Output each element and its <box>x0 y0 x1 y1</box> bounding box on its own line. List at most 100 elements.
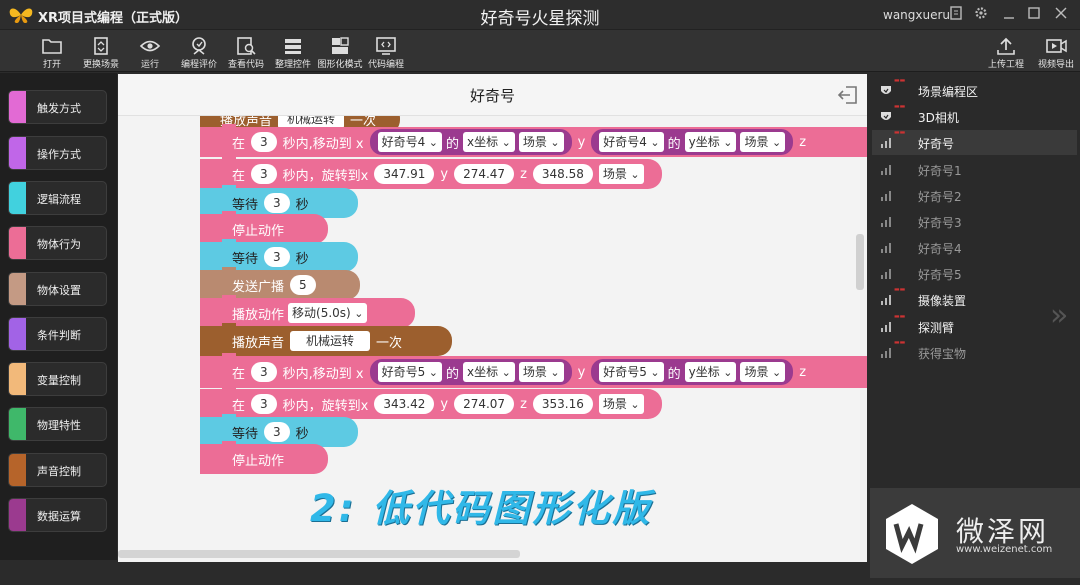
scene-dropdown[interactable]: 场景 <box>518 132 564 152</box>
category-object-settings[interactable]: 物体设置 <box>8 272 107 306</box>
category-color-swatch <box>9 454 26 486</box>
object-dropdown[interactable]: 好奇号4 <box>377 132 442 152</box>
play-sound-block[interactable]: 播放声音 机械运转 一次 <box>200 323 452 356</box>
rotate-block[interactable]: 在 3 秒内，旋转到x 343.42 y 274.07 z 353.16 场景 <box>200 386 662 419</box>
animation-dropdown[interactable]: 移动(5.0s) <box>288 303 368 323</box>
scene-dropdown[interactable]: 场景 <box>518 362 564 382</box>
scene-item-curiosity-3[interactable]: 好奇号3 <box>872 209 1077 234</box>
category-object-behavior[interactable]: 物体行为 <box>8 226 107 260</box>
scene-item-label: 好奇号5 <box>918 268 962 282</box>
object-property-block[interactable]: 好奇号5 的 y坐标 场景 <box>591 359 794 385</box>
object-dropdown[interactable]: 好奇号4 <box>599 132 664 152</box>
category-data-operation[interactable]: 数据运算 <box>8 498 107 532</box>
category-physics[interactable]: 物理特性 <box>8 407 107 441</box>
object-dropdown[interactable]: 好奇号5 <box>599 362 664 382</box>
bars-icon <box>881 165 891 175</box>
close-icon[interactable] <box>1053 6 1069 22</box>
seconds-input[interactable]: 3 <box>251 164 277 184</box>
scene-item-label: 获得宝物 <box>918 347 967 361</box>
block-text: 播放声音 <box>232 335 285 351</box>
object-property-block[interactable]: 好奇号4 的 x坐标 场景 <box>369 129 572 155</box>
video-export-button[interactable]: 视频导出 <box>1028 34 1080 70</box>
scene-dropdown[interactable]: 场景 <box>598 394 644 414</box>
upload-button[interactable]: 上传工程 <box>978 34 1034 70</box>
scene-item-camera-device[interactable]: ▬▬ 摄像装置 <box>872 286 1077 312</box>
axis-dropdown[interactable]: x坐标 <box>463 362 515 382</box>
category-logic-flow[interactable]: 逻辑流程 <box>8 181 107 215</box>
seconds-input[interactable]: 3 <box>251 362 277 382</box>
username[interactable]: wangxueru <box>883 8 950 22</box>
scene-item-curiosity[interactable]: ▬▬ 好奇号 <box>872 129 1077 155</box>
scene-item-treasure[interactable]: ▬▬ 获得宝物 <box>872 339 1077 365</box>
badge-mark: ▬▬ <box>894 286 906 293</box>
scene-item-curiosity-2[interactable]: 好奇号2 <box>872 183 1077 208</box>
title-bar: XR项目式编程（正式版） 好奇号火星探测 wangxueru <box>0 0 1080 30</box>
seconds-input[interactable]: 3 <box>264 193 290 213</box>
category-color-swatch <box>9 137 26 169</box>
object-property-block[interactable]: 好奇号5 的 x坐标 场景 <box>369 359 572 385</box>
code-editor-button[interactable]: 代码编程 <box>358 34 414 70</box>
collapse-chevron-icon[interactable]: » <box>1050 298 1068 333</box>
rotate-block[interactable]: 在 3 秒内，旋转到x 347.91 y 274.47 z 348.58 场景 <box>200 156 662 189</box>
scene-dropdown[interactable]: 场景 <box>598 164 644 184</box>
rotation-y-input[interactable]: 274.07 <box>454 394 515 414</box>
category-trigger[interactable]: 触发方式 <box>8 90 107 124</box>
seconds-input[interactable]: 3 <box>251 394 277 414</box>
restore-icon[interactable] <box>1026 6 1042 22</box>
scene-item-label: 3D相机 <box>918 111 959 125</box>
scene-item-label: 好奇号4 <box>918 242 962 256</box>
scene-item-curiosity-1[interactable]: 好奇号1 <box>872 157 1077 182</box>
category-sound[interactable]: 声音控制 <box>8 453 107 487</box>
block-text: y <box>577 364 586 380</box>
open-button[interactable]: 打开 <box>24 34 80 70</box>
swap-scene-button[interactable]: 更换场景 <box>73 34 129 70</box>
axis-dropdown[interactable]: y坐标 <box>684 132 737 152</box>
shield-icon <box>881 112 891 120</box>
block-text: 在 <box>232 136 246 152</box>
object-dropdown[interactable]: 好奇号5 <box>377 362 442 382</box>
seconds-input[interactable]: 3 <box>251 132 277 152</box>
scene-item-label: 场景编程区 <box>918 85 979 99</box>
category-operation[interactable]: 操作方式 <box>8 136 107 170</box>
rotation-x-input[interactable]: 347.91 <box>374 164 435 184</box>
run-button[interactable]: 运行 <box>122 34 178 70</box>
category-label: 数据运算 <box>37 510 81 523</box>
exit-icon[interactable] <box>837 84 859 106</box>
scene-item-programming-area[interactable]: ▬▬ 场景编程区 <box>872 77 1077 103</box>
organize-icon <box>285 39 301 54</box>
category-variable[interactable]: 变量控制 <box>8 362 107 396</box>
gear-icon[interactable] <box>973 6 989 22</box>
vertical-scrollbar[interactable] <box>856 234 864 290</box>
minimize-icon[interactable] <box>1001 6 1017 22</box>
scene-dropdown[interactable]: 场景 <box>740 132 786 152</box>
open-label: 打开 <box>42 60 61 70</box>
scene-dropdown[interactable]: 场景 <box>740 362 786 382</box>
category-color-swatch <box>9 318 26 350</box>
upload-icon <box>997 37 1015 55</box>
seconds-input[interactable]: 3 <box>264 422 290 442</box>
category-condition[interactable]: 条件判断 <box>8 317 107 351</box>
axis-dropdown[interactable]: y坐标 <box>684 362 737 382</box>
document-icon[interactable] <box>948 6 964 22</box>
seconds-input[interactable]: 3 <box>264 247 290 267</box>
axis-dropdown[interactable]: x坐标 <box>463 132 515 152</box>
scene-item-label: 好奇号2 <box>918 190 962 204</box>
move-block[interactable]: 在 3 秒内,移动到 x 好奇号5 的 x坐标 场景 y 好奇号5 的 y坐标 … <box>200 353 867 388</box>
broadcast-value-input[interactable]: 5 <box>290 275 316 295</box>
stop-action-block[interactable]: 停止动作 <box>200 211 328 244</box>
video-export-icon <box>1046 39 1067 53</box>
scene-item-curiosity-4[interactable]: 好奇号4 <box>872 235 1077 260</box>
scene-item-probe-arm[interactable]: ▬▬ 探测臂 <box>872 313 1077 339</box>
horizontal-scrollbar[interactable] <box>118 550 520 558</box>
rotation-z-input[interactable]: 348.58 <box>532 164 593 184</box>
rotation-z-input[interactable]: 353.16 <box>532 394 593 414</box>
category-label: 物体行为 <box>37 238 81 251</box>
rotation-y-input[interactable]: 274.47 <box>454 164 515 184</box>
rotation-x-input[interactable]: 343.42 <box>374 394 435 414</box>
move-block[interactable]: 在 3 秒内,移动到 x 好奇号4 的 x坐标 场景 y 好奇号4 的 y坐标 … <box>200 124 867 157</box>
stop-action-block[interactable]: 停止动作 <box>200 441 328 474</box>
sound-dropdown[interactable]: 机械运转 <box>290 331 371 351</box>
scene-item-curiosity-5[interactable]: 好奇号5 <box>872 261 1077 286</box>
scene-item-3d-camera[interactable]: ▬▬ 3D相机 <box>872 103 1077 129</box>
object-property-block[interactable]: 好奇号4 的 y坐标 场景 <box>591 129 794 155</box>
